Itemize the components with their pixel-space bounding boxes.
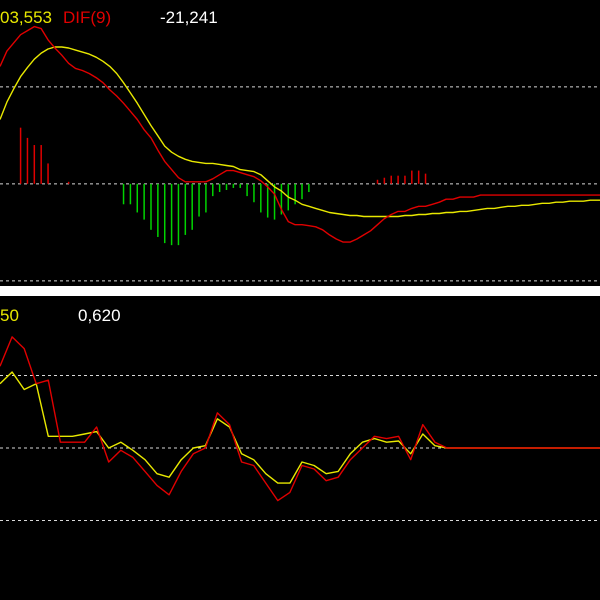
- oscillator-panel: 50 0,620: [0, 296, 600, 600]
- macd-legend-value: 03,553: [0, 8, 52, 27]
- osc-legend-value-1: 50: [0, 306, 19, 325]
- macd-chart: [0, 25, 600, 282]
- macd-legend-hist-value: -21,241: [160, 8, 218, 27]
- macd-legend-dif-label: DIF(9): [63, 8, 112, 27]
- macd-red-line: [0, 25, 600, 243]
- osc-legend-value-2: 0,620: [78, 306, 121, 325]
- osc-red-line: [0, 336, 600, 502]
- macd-yellow-line: [0, 46, 600, 218]
- macd-panel: 03,553 DIF(9) -21,241: [0, 0, 600, 286]
- panel-separator[interactable]: [0, 286, 600, 296]
- oscillator-chart: [0, 336, 600, 521]
- osc-yellow-line: [0, 371, 600, 484]
